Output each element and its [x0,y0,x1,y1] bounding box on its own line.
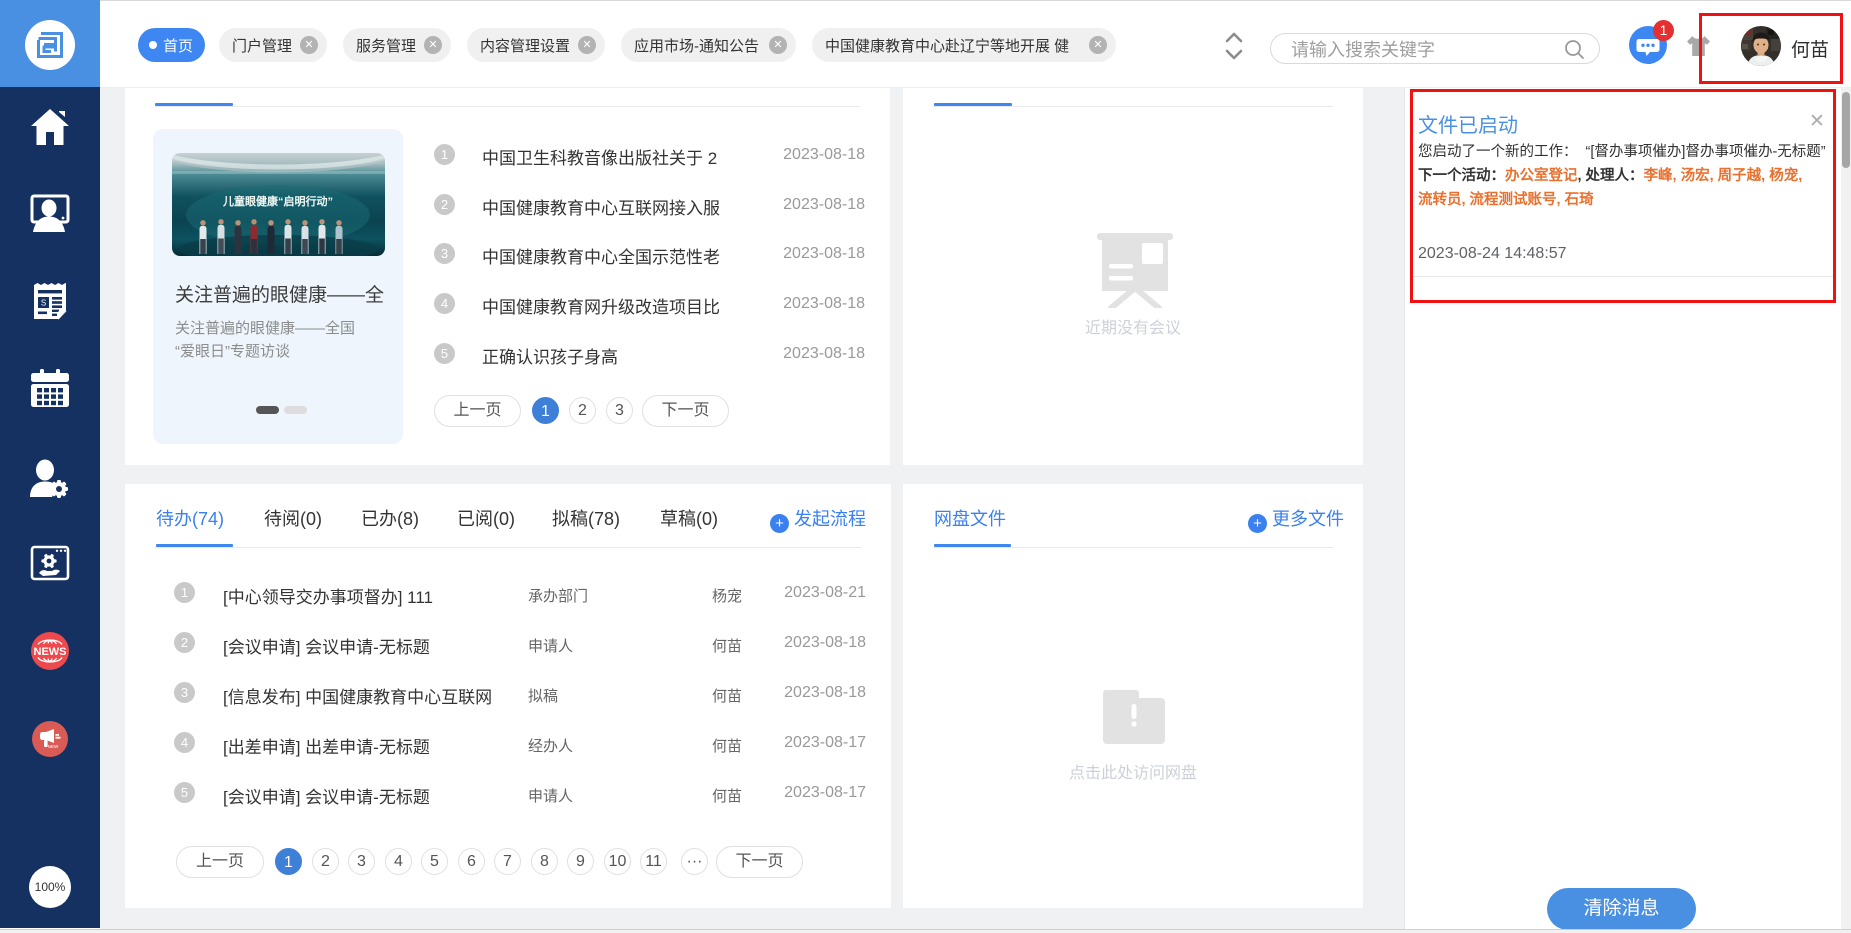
svg-text:NEW: NEW [48,744,59,749]
svg-text:儿童眼健康“启明行动”: 儿童眼健康“启明行动” [222,194,333,208]
svg-text:S: S [41,299,46,308]
svg-text:NEWS: NEWS [34,646,67,658]
